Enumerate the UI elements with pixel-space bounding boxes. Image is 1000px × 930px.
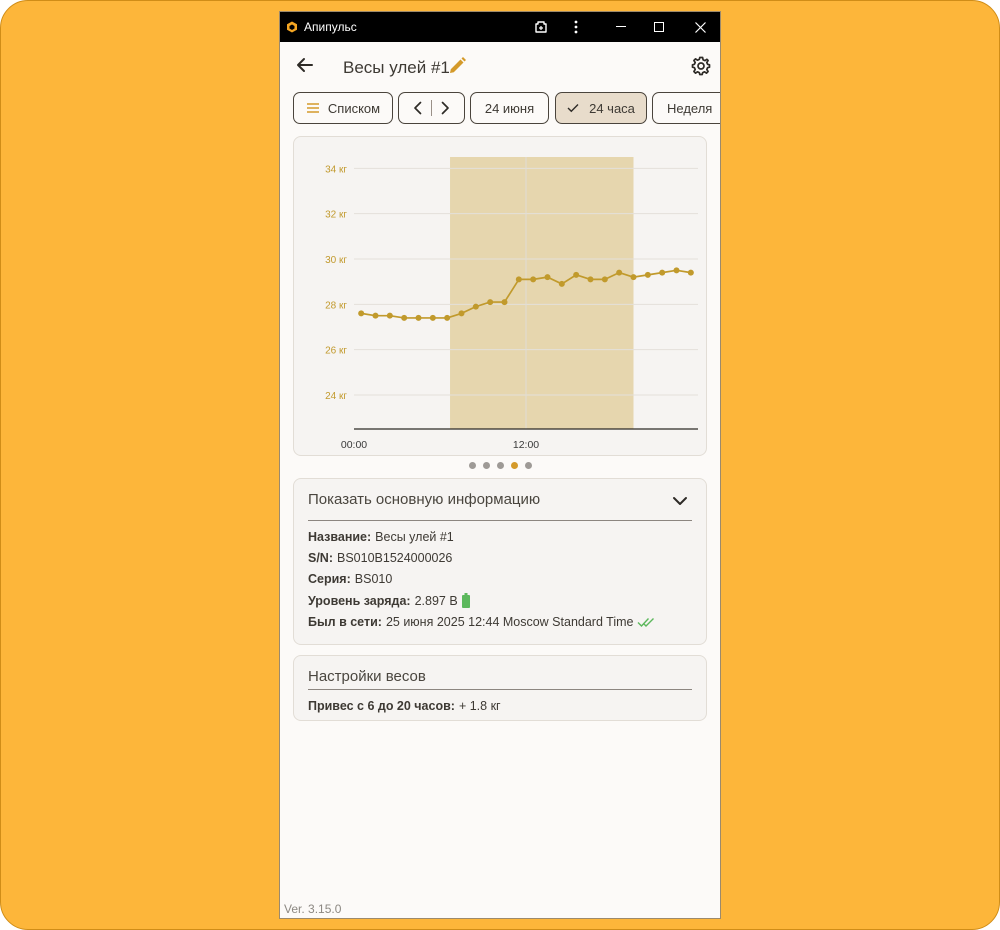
data-point[interactable] xyxy=(673,267,680,274)
info-charge-row: Уровень заряда: 2.897 В xyxy=(308,593,470,608)
previous-day-button[interactable] xyxy=(413,101,423,115)
x-tick-label: 12:00 xyxy=(513,439,539,451)
pager-dot[interactable] xyxy=(496,462,504,469)
window-title: Апипульс xyxy=(304,20,357,34)
info-name-row: Название: Весы улей #1 xyxy=(308,530,454,544)
period-24h-label: 24 часа xyxy=(589,100,635,116)
info-series-value: BS010 xyxy=(354,572,393,586)
info-name-label: Название: xyxy=(308,530,372,544)
data-point[interactable] xyxy=(630,274,637,281)
data-point[interactable] xyxy=(501,299,508,306)
hexagon-app-icon xyxy=(286,21,298,33)
y-tick-label: 32 кг xyxy=(325,210,347,221)
pager-dot[interactable] xyxy=(468,462,476,469)
weight-chart[interactable]: 34 кг 32 кг 30 кг 28 кг 26 кг 24 кг 00:00 12:00 xyxy=(294,137,708,457)
battery-full-icon xyxy=(461,593,470,608)
info-series-label: Серия: xyxy=(308,572,351,586)
y-tick-label: 28 кг xyxy=(325,300,347,311)
settings-card-header: Настройки весов xyxy=(308,668,426,685)
settings-card: Настройки весов Привес с 6 до 20 часов: … xyxy=(293,655,707,721)
data-point[interactable] xyxy=(487,299,494,306)
info-sn-row: S/N: BS010B1524000026 xyxy=(308,551,452,565)
data-point[interactable] xyxy=(573,271,580,278)
period-24h-chip[interactable]: 24 часа xyxy=(555,92,647,124)
nav-divider xyxy=(431,100,432,116)
chevron-left-icon xyxy=(414,101,422,115)
info-charge-label: Уровень заряда: xyxy=(308,593,411,608)
info-online-label: Был в сети: xyxy=(308,615,382,629)
app-version: Ver. 3.15.0 xyxy=(284,902,342,916)
y-tick-label: 34 кг xyxy=(325,164,347,175)
divider xyxy=(308,520,692,522)
settings-gain-label: Привес с 6 до 20 часов: xyxy=(308,699,455,713)
close-icon[interactable] xyxy=(680,12,720,42)
info-sn-label: S/N: xyxy=(308,551,333,565)
menu-lines-icon xyxy=(306,103,319,113)
gear-icon[interactable] xyxy=(690,55,712,77)
data-point[interactable] xyxy=(644,271,651,278)
data-point[interactable] xyxy=(616,269,623,276)
data-point[interactable] xyxy=(515,276,522,283)
info-name-value: Весы улей #1 xyxy=(375,530,454,544)
data-point[interactable] xyxy=(358,310,365,317)
pager-dot[interactable] xyxy=(482,462,490,469)
app-window: Апипульс Весы улей #1 Списком 24 июня 24… xyxy=(279,11,721,919)
chevron-right-icon xyxy=(441,101,449,115)
info-series-row: Серия: BS010 xyxy=(308,572,392,586)
back-arrow-icon[interactable] xyxy=(294,54,316,76)
weight-chart-card: 34 кг 32 кг 30 кг 28 кг 26 кг 24 кг 00:00 12:00 xyxy=(293,136,707,456)
pager-dot[interactable] xyxy=(524,462,532,469)
minimize-icon[interactable] xyxy=(601,12,641,42)
data-point[interactable] xyxy=(659,269,666,276)
chevron-down-icon[interactable] xyxy=(670,491,690,511)
list-view-label: Списком xyxy=(327,100,381,116)
info-online-value: 25 июня 2025 12:44 Moscow Standard Time xyxy=(385,615,634,629)
y-tick-label: 26 кг xyxy=(325,346,347,357)
info-charge-value: 2.897 В xyxy=(414,593,458,608)
chart-pager xyxy=(280,462,720,472)
next-day-button[interactable] xyxy=(440,101,450,115)
check-icon xyxy=(567,104,579,113)
period-week-chip[interactable]: Неделя xyxy=(652,92,720,124)
data-point[interactable] xyxy=(587,276,594,283)
date-nav-group xyxy=(398,92,465,124)
x-tick-label: 00:00 xyxy=(341,439,367,451)
data-point[interactable] xyxy=(687,269,694,276)
pencil-icon[interactable] xyxy=(446,55,468,77)
data-point[interactable] xyxy=(415,314,422,321)
info-online-row: Был в сети: 25 июня 2025 12:44 Moscow St… xyxy=(308,615,655,629)
pager-dot[interactable] xyxy=(510,462,518,469)
info-card: Показать основную информацию Название: В… xyxy=(293,478,707,645)
data-point[interactable] xyxy=(601,276,608,283)
y-tick-label: 24 кг xyxy=(325,391,347,402)
page-title: Весы улей #1 xyxy=(343,58,450,77)
settings-gain-row: Привес с 6 до 20 часов: + 1.8 кг xyxy=(308,699,501,713)
data-point[interactable] xyxy=(458,310,465,317)
date-label: 24 июня xyxy=(484,100,535,116)
info-card-header[interactable]: Показать основную информацию xyxy=(308,491,540,508)
title-bar: Апипульс xyxy=(280,12,720,42)
data-point[interactable] xyxy=(444,314,451,321)
maximize-icon[interactable] xyxy=(639,12,679,42)
double-check-icon xyxy=(637,617,655,627)
restore-app-icon[interactable] xyxy=(521,12,561,42)
data-point[interactable] xyxy=(429,314,436,321)
more-icon[interactable] xyxy=(556,12,596,42)
data-point[interactable] xyxy=(544,274,551,281)
app-bar: Весы улей #1 xyxy=(280,42,720,92)
list-view-button[interactable]: Списком xyxy=(293,92,393,124)
data-point[interactable] xyxy=(372,312,379,319)
period-week-label: Неделя xyxy=(667,100,713,116)
data-point[interactable] xyxy=(558,280,565,287)
data-point[interactable] xyxy=(472,303,479,310)
data-point[interactable] xyxy=(386,312,393,319)
y-tick-label: 30 кг xyxy=(325,255,347,266)
info-sn-value: BS010B1524000026 xyxy=(337,551,453,565)
date-picker-button[interactable]: 24 июня xyxy=(470,92,549,124)
data-point[interactable] xyxy=(401,314,408,321)
data-point[interactable] xyxy=(530,276,537,283)
settings-gain-value: + 1.8 кг xyxy=(458,699,501,713)
shaded-band xyxy=(450,157,634,429)
divider xyxy=(308,689,692,691)
